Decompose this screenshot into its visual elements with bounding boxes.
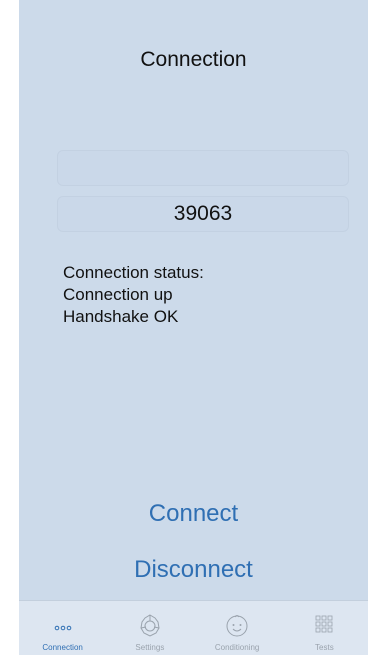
tab-connection[interactable]: Connection: [19, 601, 106, 655]
tab-label: Connection: [42, 643, 83, 652]
tab-settings[interactable]: Settings: [106, 601, 193, 655]
tab-bar: Connection Settings Conditioning Tests: [19, 600, 368, 655]
connection-status: Connection up: [63, 285, 173, 304]
handshake-status: Handshake OK: [63, 307, 179, 326]
tab-label: Settings: [135, 643, 165, 652]
status-block: Connection status: Connection up Handsha…: [63, 262, 204, 328]
gear-icon: [140, 614, 160, 637]
tab-label: Tests: [315, 643, 334, 652]
page-title: Connection: [140, 48, 247, 71]
connection-screen: Connection 39063 Connection status: Conn…: [19, 0, 368, 655]
disconnect-button[interactable]: Disconnect: [19, 556, 368, 584]
address-field[interactable]: [57, 150, 349, 186]
grid-icon: [315, 615, 333, 633]
tab-tests[interactable]: Tests: [281, 601, 368, 655]
tab-conditioning[interactable]: Conditioning: [194, 601, 281, 655]
baby-face-icon: [226, 615, 248, 637]
ellipsis-icon: [54, 625, 71, 631]
connect-button[interactable]: Connect: [19, 500, 368, 528]
port-field[interactable]: 39063: [57, 196, 349, 232]
tab-label: Conditioning: [214, 643, 260, 652]
status-label: Connection status:: [63, 263, 204, 282]
